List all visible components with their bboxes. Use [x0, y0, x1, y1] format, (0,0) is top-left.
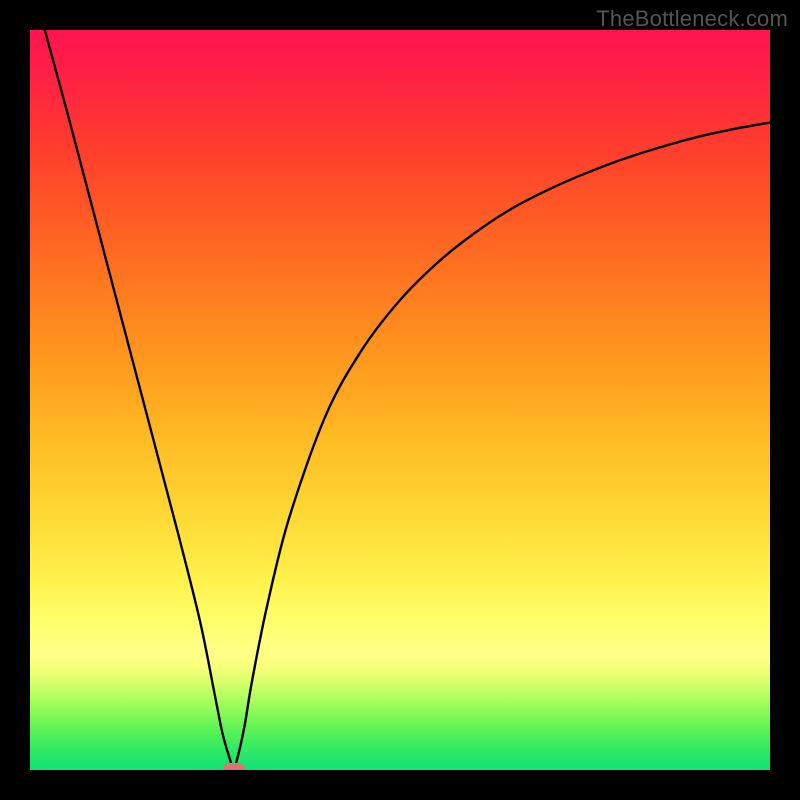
watermark-text: TheBottleneck.com [596, 6, 788, 32]
plot-area [30, 30, 770, 770]
bottleneck-curve [30, 30, 770, 770]
chart-frame: TheBottleneck.com [0, 0, 800, 800]
minimum-marker [223, 763, 245, 770]
